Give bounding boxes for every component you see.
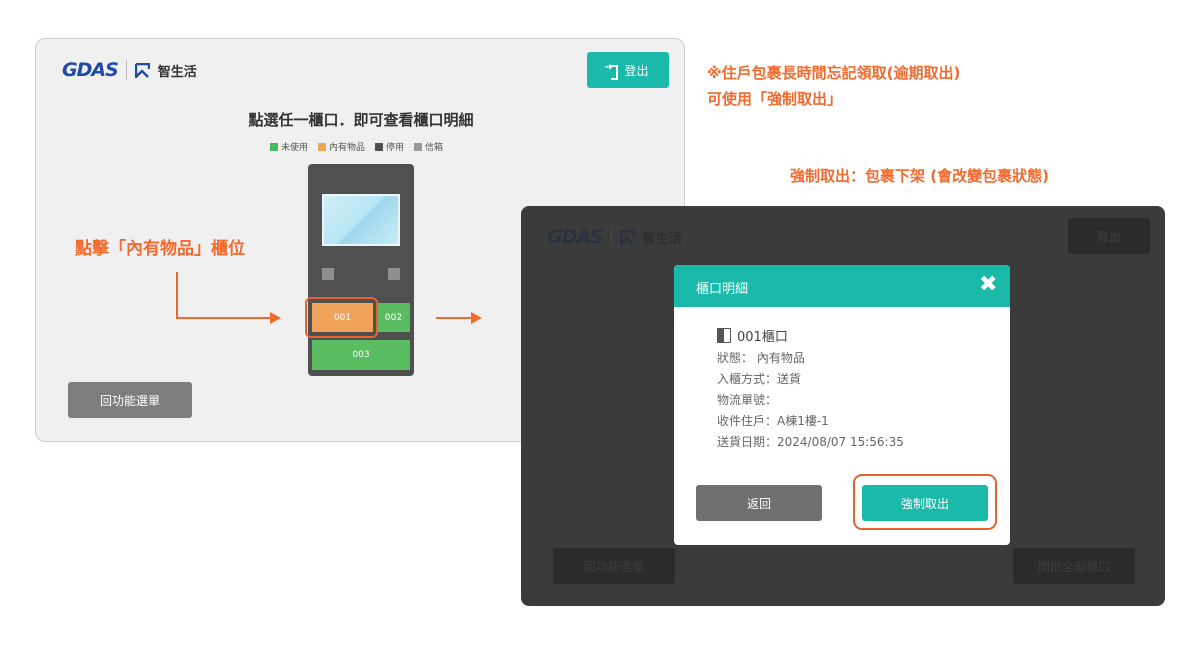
- logo-divider: [610, 227, 612, 247]
- logout-button[interactable]: 登出: [587, 52, 669, 88]
- locker-name-row: 001櫃口: [717, 327, 987, 348]
- locker-display: [322, 194, 400, 246]
- brand-logo: GDAS: [547, 226, 604, 248]
- highlight-box-force-button: [853, 474, 997, 530]
- app-logo: GDAS 智生活: [62, 59, 197, 81]
- modal-header: 櫃口明細 ✖: [674, 265, 1010, 307]
- arrow-next-line: [436, 317, 472, 319]
- close-icon[interactable]: ✖: [979, 274, 997, 296]
- legend-swatch: [375, 143, 384, 151]
- logo-divider: [125, 60, 127, 80]
- logout-label: 登出: [624, 63, 649, 78]
- legend-item-mailbox: 信箱: [414, 140, 443, 153]
- click-hint-text: 點擊「內有物品」櫃位: [75, 239, 245, 259]
- back-to-menu-button[interactable]: 回功能選單: [68, 382, 192, 418]
- legend-swatch: [414, 143, 423, 151]
- legend: 未使用 內有物品 停用 信箱: [270, 140, 443, 153]
- legend-item-unused: 未使用: [270, 140, 308, 153]
- arrow-elbow-vertical: [176, 272, 178, 319]
- note-text: ※住戶包裹長時間忘記領取(逾期取出) 可使用「強制取出」: [707, 60, 960, 112]
- modal-details: 001櫃口 狀態： 內有物品 入櫃方式：送貨 物流單號： 收件住戶：A棟1樓-1…: [717, 327, 987, 453]
- open-all-lockers-button[interactable]: 開啟全部櫃口: [1013, 548, 1135, 584]
- modal-back-button[interactable]: 返回: [696, 485, 822, 521]
- product-name: 智生活: [642, 231, 682, 247]
- legend-item-occupied: 內有物品: [318, 140, 365, 153]
- legend-swatch: [318, 143, 327, 151]
- app-logo-dimmed: GDAS 智生活: [547, 226, 682, 248]
- note-line-1: ※住戶包裹長時間忘記領取(逾期取出): [707, 64, 961, 82]
- logo-mark-icon: [134, 62, 150, 80]
- logo-mark-icon: [619, 229, 635, 247]
- recipient-row: 收件住戶：A棟1樓-1: [717, 414, 829, 428]
- logout-button-dimmed[interactable]: 登出: [1068, 218, 1150, 254]
- page-title: 點選任一櫃口．即可查看櫃口明細: [248, 111, 474, 129]
- force-caption: 強制取出：包裹下架 (會改變包裹狀態): [790, 167, 1049, 185]
- tracking-number-row: 物流單號：: [717, 393, 778, 407]
- legend-swatch: [270, 143, 278, 151]
- locker-cell-002[interactable]: 002: [377, 303, 410, 332]
- status-row: 狀態： 內有物品: [717, 351, 805, 365]
- logout-icon: [604, 62, 619, 80]
- product-name: 智生活: [157, 64, 197, 80]
- legend-item-disabled: 停用: [375, 140, 404, 153]
- locker-sensor: [388, 268, 400, 280]
- arrow-head-icon: [270, 312, 281, 324]
- locker-icon: [717, 328, 731, 343]
- note-line-2: 可使用「強制取出」: [707, 90, 843, 108]
- entry-method-row: 入櫃方式：送貨: [717, 372, 802, 386]
- arrow-elbow-horizontal: [176, 317, 271, 319]
- delivery-date-row: 送貨日期：2024/08/07 15:56:35: [717, 435, 904, 449]
- highlight-box-cell-001: [305, 297, 378, 338]
- locker-unit: 001 002 003: [308, 164, 414, 376]
- back-to-menu-button-dimmed[interactable]: 回功能選單: [553, 548, 675, 584]
- brand-logo: GDAS: [62, 59, 119, 81]
- locker-camera: [322, 268, 334, 280]
- arrow-next-head-icon: [471, 312, 482, 324]
- locker-cell-003[interactable]: 003: [312, 340, 410, 370]
- modal-title: 櫃口明細: [696, 282, 749, 297]
